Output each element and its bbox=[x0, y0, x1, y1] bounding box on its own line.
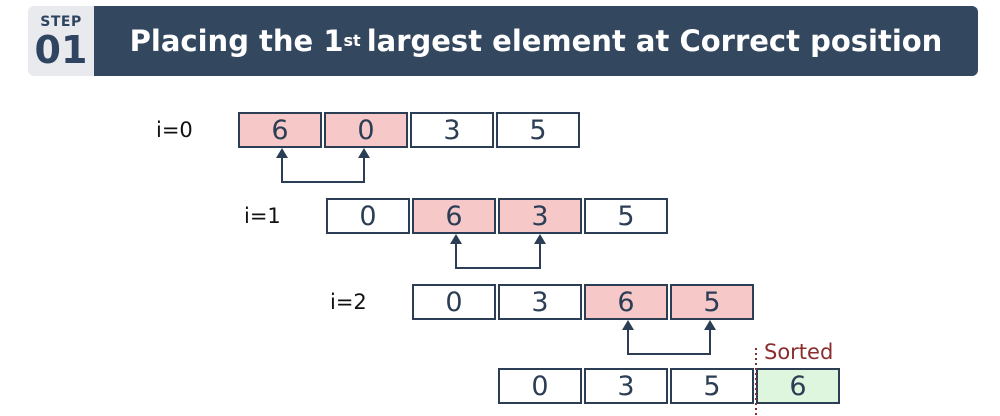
swap-arrow-r0 bbox=[276, 148, 370, 183]
swap-arrow-r1 bbox=[450, 234, 546, 269]
swap-arrows bbox=[276, 148, 757, 416]
arrowhead-icon bbox=[358, 148, 370, 158]
arrowhead-icon bbox=[534, 234, 546, 244]
arrowhead-icon bbox=[276, 148, 288, 158]
arrowhead-icon bbox=[450, 234, 462, 244]
arrowhead-icon bbox=[622, 320, 634, 330]
swap-arrow-r2 bbox=[622, 320, 716, 355]
arrowhead-icon bbox=[704, 320, 716, 330]
